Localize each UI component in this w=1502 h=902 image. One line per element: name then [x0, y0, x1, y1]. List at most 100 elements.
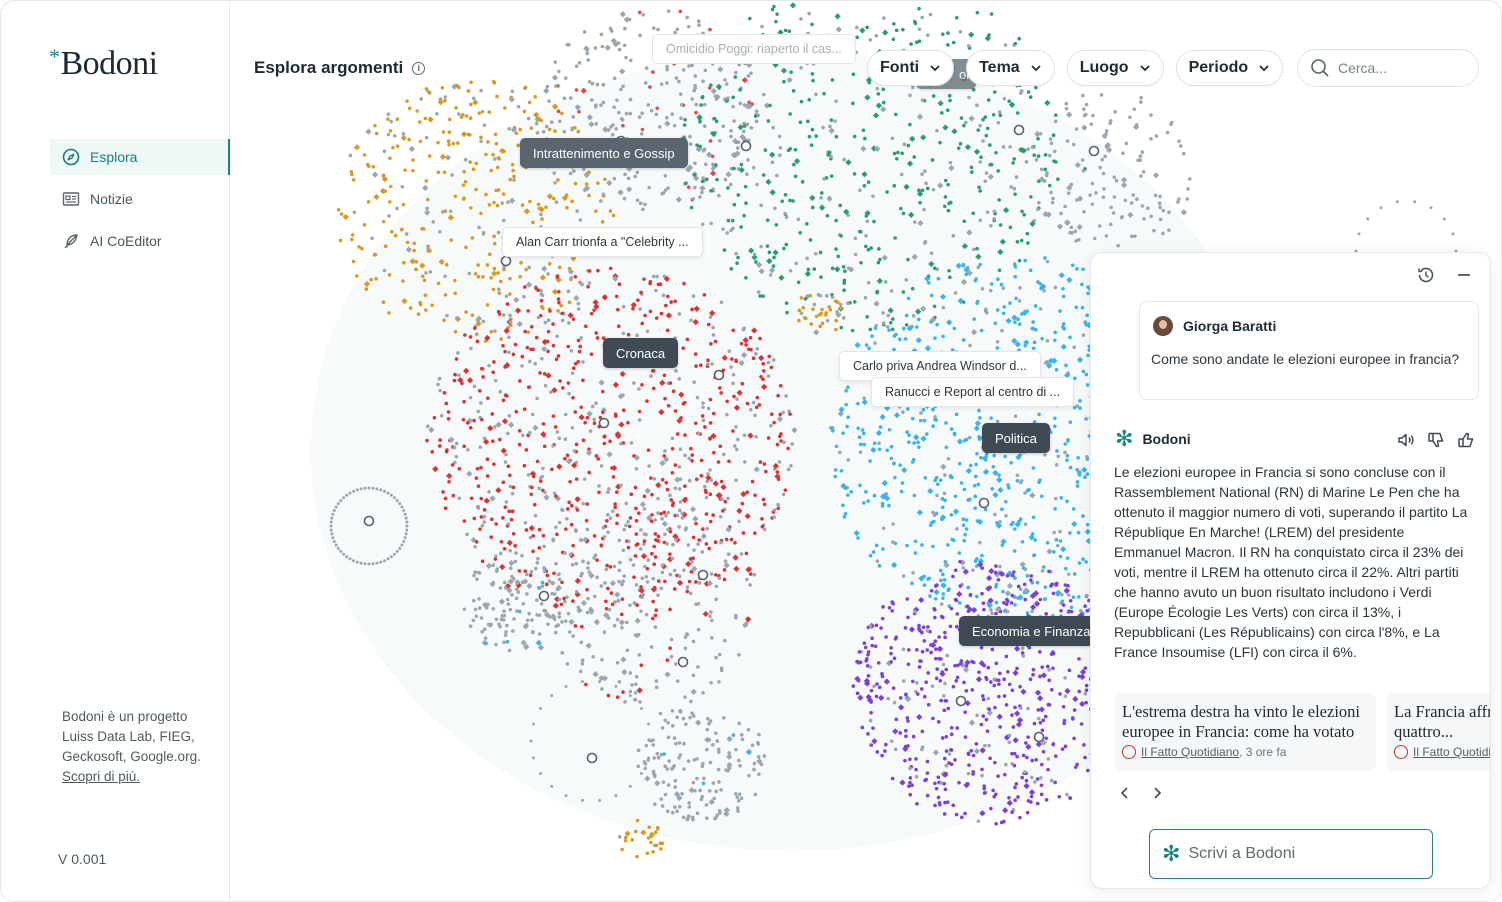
graph-hub-node[interactable]	[363, 515, 375, 527]
graph-topic-label[interactable]: Economia e Finanza	[959, 616, 1104, 646]
graph-node	[1013, 274, 1018, 279]
graph-article-label[interactable]: Omicidio Poggi: riaperto il cas...	[652, 34, 856, 64]
graph-hub-node[interactable]	[586, 752, 598, 764]
graph-topic-label[interactable]: Cronaca	[603, 338, 679, 368]
graph-node	[604, 567, 609, 572]
graph-node	[566, 289, 571, 294]
graph-node	[526, 330, 531, 334]
graph-node	[892, 151, 897, 156]
graph-node	[508, 607, 513, 612]
graph-node	[883, 280, 888, 284]
thumbs-down-icon[interactable]	[1426, 430, 1446, 450]
graph-node	[557, 597, 562, 602]
sidebar-item-esplora[interactable]: Esplora	[50, 139, 230, 175]
sidebar-item-notizie[interactable]: Notizie	[50, 181, 230, 217]
graph-node	[651, 368, 656, 373]
graph-node	[468, 378, 472, 383]
graph-node	[468, 395, 473, 400]
graph-node	[864, 490, 868, 494]
graph-node	[1153, 193, 1158, 198]
speaker-icon[interactable]	[1396, 430, 1416, 450]
filter-fonti[interactable]: Fonti	[867, 50, 955, 86]
graph-node	[635, 170, 640, 175]
filter-label: Fonti	[880, 59, 920, 76]
graph-node	[1037, 650, 1042, 654]
graph-node	[744, 201, 748, 206]
source-card-publisher[interactable]: Il Fatto Quotidiano	[1413, 745, 1490, 759]
graph-node	[775, 470, 780, 474]
graph-topic-label[interactable]: Intrattenimento e Gossip	[520, 138, 688, 168]
source-card-publisher[interactable]: Il Fatto Quotidiano	[1141, 745, 1239, 759]
minimize-icon[interactable]	[1454, 265, 1474, 285]
graph-node	[756, 290, 761, 294]
sidebar-item-ai-coeditor[interactable]: AI CoEditor	[50, 223, 230, 259]
graph-node	[400, 505, 404, 509]
graph-topic-label[interactable]: Politica	[982, 423, 1050, 453]
graph-node	[1020, 775, 1024, 780]
source-card[interactable]: La Francia affronta politica: quattro...…	[1386, 693, 1491, 771]
search-input[interactable]: Cerca...	[1338, 60, 1387, 76]
graph-node	[1075, 467, 1079, 472]
graph-node	[461, 183, 466, 187]
thumbs-up-icon[interactable]	[1456, 430, 1476, 450]
graph-node	[704, 542, 709, 546]
graph-article-label[interactable]: Ranucci e Report al centro di ...	[871, 377, 1075, 407]
chevron-right-icon[interactable]	[1149, 785, 1165, 801]
graph-node	[602, 434, 607, 439]
graph-hub-node[interactable]	[955, 695, 967, 707]
search-box[interactable]: Cerca...	[1297, 49, 1479, 87]
graph-hub-node[interactable]	[1013, 124, 1025, 136]
filter-periodo[interactable]: Periodo	[1175, 50, 1284, 86]
graph-node	[756, 742, 761, 746]
brand-logo[interactable]: *Bodoni	[49, 44, 158, 83]
graph-hub-node[interactable]	[598, 417, 610, 429]
source-card-title: La Francia affronta politica: quattro...	[1394, 702, 1491, 741]
graph-node	[942, 204, 947, 209]
graph-node	[862, 501, 866, 505]
graph-node	[972, 247, 976, 252]
graph-node	[617, 538, 622, 543]
graph-hub-node[interactable]	[677, 656, 689, 668]
graph-hub-node[interactable]	[713, 369, 725, 381]
chevron-left-icon[interactable]	[1117, 785, 1133, 801]
graph-node	[379, 560, 383, 564]
graph-node	[571, 115, 576, 119]
graph-node	[750, 743, 755, 748]
graph-node	[649, 476, 653, 480]
graph-node	[481, 274, 485, 279]
graph-hub-node[interactable]	[697, 569, 709, 581]
graph-node	[638, 700, 642, 704]
graph-node	[677, 487, 682, 491]
graph-hub-node[interactable]	[500, 255, 512, 267]
graph-hub-node[interactable]	[538, 590, 550, 602]
graph-node	[487, 202, 492, 207]
graph-node	[522, 109, 527, 114]
graph-node	[871, 726, 875, 730]
graph-node	[968, 497, 972, 502]
filter-tema[interactable]: Tema	[966, 50, 1055, 86]
graph-node	[934, 511, 939, 516]
graph-node	[753, 792, 758, 797]
graph-hub-node[interactable]	[978, 497, 990, 509]
user-message-text: Come sono andate le elezioni europee in …	[1151, 351, 1460, 367]
graph-hub-node[interactable]	[740, 140, 752, 152]
source-card[interactable]: L'estrema destra ha vinto le elezioni eu…	[1114, 693, 1376, 771]
info-icon[interactable]: i	[412, 61, 426, 75]
graph-node	[1052, 159, 1056, 163]
graph-node	[386, 117, 390, 121]
about-link[interactable]: Scopri di più.	[62, 769, 140, 784]
graph-node	[352, 559, 356, 563]
chat-compose-input[interactable]: ✻ Scrivi a Bodoni	[1149, 829, 1433, 879]
graph-node	[1124, 141, 1129, 146]
history-icon[interactable]	[1416, 265, 1436, 285]
graph-hub-node[interactable]	[1033, 731, 1045, 743]
graph-node	[606, 586, 610, 591]
filter-luogo[interactable]: Luogo	[1066, 50, 1164, 86]
graph-article-label[interactable]: Alan Carr trionfa a "Celebrity ...	[502, 227, 703, 257]
graph-node	[474, 161, 479, 166]
graph-node	[644, 66, 649, 70]
graph-hub-node[interactable]	[1088, 145, 1100, 157]
graph-node	[1090, 181, 1095, 186]
graph-node	[889, 289, 894, 293]
graph-node	[698, 195, 702, 199]
